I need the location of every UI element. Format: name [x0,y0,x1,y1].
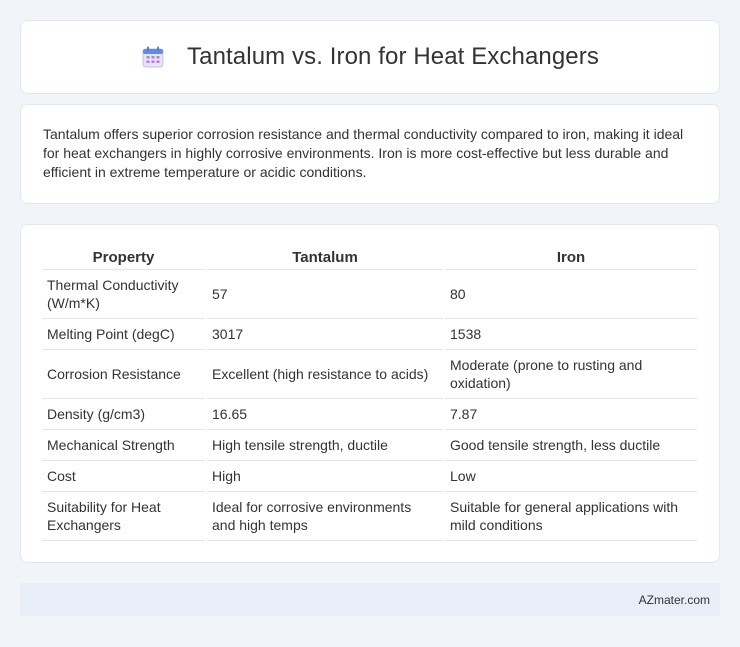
table-header-row: Property Tantalum Iron [42,245,697,270]
table-cell: 1538 [445,319,697,350]
table-row: Suitability for Heat Exchangers Ideal fo… [42,492,697,541]
table-cell: Density (g/cm3) [42,399,205,430]
table-cell: Ideal for corrosive environments and hig… [207,492,443,541]
calendar-icon [141,45,165,69]
page: Tantalum vs. Iron for Heat Exchangers Ta… [0,0,740,647]
column-header-tantalum: Tantalum [207,245,443,270]
page-title: Tantalum vs. Iron for Heat Exchangers [187,43,599,70]
table-row: Cost High Low [42,461,697,492]
table-row: Density (g/cm3) 16.65 7.87 [42,399,697,430]
table-cell: Cost [42,461,205,492]
table-cell: 80 [445,270,697,319]
intro-card: Tantalum offers superior corrosion resis… [20,104,720,204]
title-card: Tantalum vs. Iron for Heat Exchangers [20,20,720,94]
table-card: Property Tantalum Iron Thermal Conductiv… [20,224,720,563]
comparison-table: Property Tantalum Iron Thermal Conductiv… [40,245,699,541]
footer-site-link[interactable]: AZmater.com [639,593,710,607]
table-cell: Moderate (prone to rusting and oxidation… [445,350,697,399]
table-cell: High tensile strength, ductile [207,430,443,461]
column-header-property: Property [42,245,205,270]
table-cell: Excellent (high resistance to acids) [207,350,443,399]
table-cell: 57 [207,270,443,319]
intro-text: Tantalum offers superior corrosion resis… [43,126,684,180]
table-cell: 3017 [207,319,443,350]
table-cell: Low [445,461,697,492]
table-cell: Suitable for general applications with m… [445,492,697,541]
table-row: Thermal Conductivity (W/m*K) 57 80 [42,270,697,319]
table-cell: Corrosion Resistance [42,350,205,399]
table-cell: 16.65 [207,399,443,430]
table-row: Corrosion Resistance Excellent (high res… [42,350,697,399]
footer: AZmater.com [20,583,720,616]
table-row: Mechanical Strength High tensile strengt… [42,430,697,461]
table-cell: Good tensile strength, less ductile [445,430,697,461]
column-header-iron: Iron [445,245,697,270]
table-cell: 7.87 [445,399,697,430]
table-row: Melting Point (degC) 3017 1538 [42,319,697,350]
table-cell: Melting Point (degC) [42,319,205,350]
table-cell: Thermal Conductivity (W/m*K) [42,270,205,319]
table-cell: Mechanical Strength [42,430,205,461]
table-cell: Suitability for Heat Exchangers [42,492,205,541]
table-cell: High [207,461,443,492]
